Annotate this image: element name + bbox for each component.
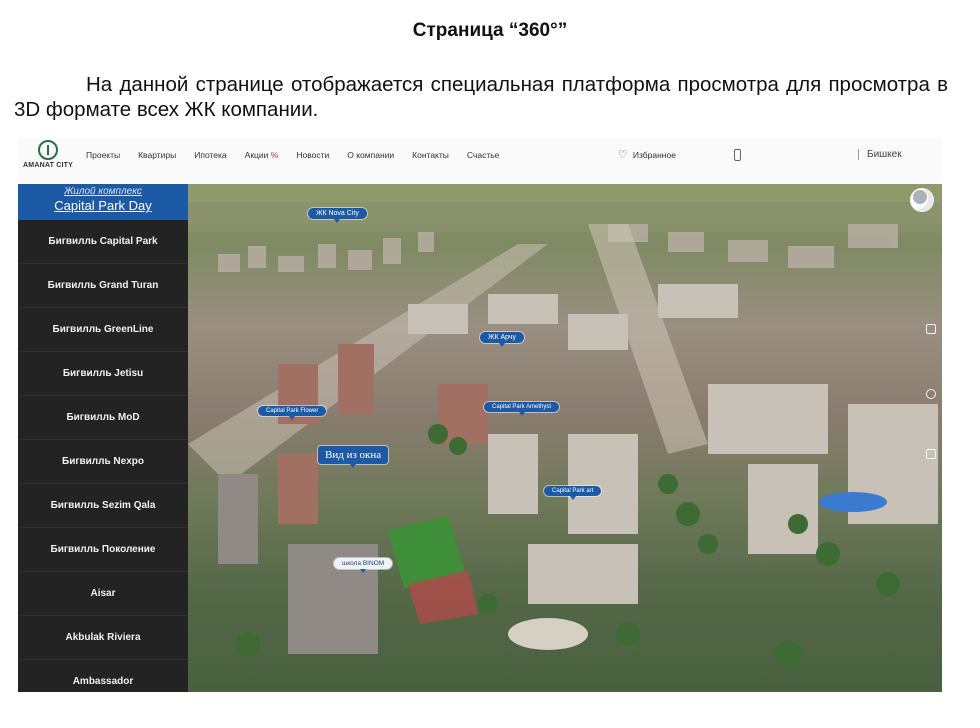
company-logo[interactable]: AMANAT CITY	[20, 140, 76, 180]
sidebar-item[interactable]: Бигвилль GreenLine	[18, 308, 188, 352]
sidebar-item[interactable]: Бигвилль Jetisu	[18, 352, 188, 396]
main-menu: Проекты Квартиры Ипотека Акции % Новости…	[86, 150, 517, 160]
sidebar-item[interactable]: Бигвилль Grand Turan	[18, 264, 188, 308]
nav-apartments[interactable]: Квартиры	[138, 150, 176, 160]
sidebar-subtitle[interactable]: Жилой комплекс	[18, 186, 188, 197]
nav-projects[interactable]: Проекты	[86, 150, 120, 160]
promo-percent-badge: %	[270, 150, 279, 160]
sidebar-header: Жилой комплекс Capital Park Day	[18, 184, 188, 220]
nav-happiness[interactable]: Счастье	[467, 150, 500, 160]
favorites-label: Избранное	[632, 150, 676, 160]
compass-icon[interactable]	[926, 389, 936, 399]
nav-contacts[interactable]: Контакты	[412, 150, 449, 160]
sidebar-item[interactable]: Бигвилль MoD	[18, 396, 188, 440]
map-pin-archu[interactable]: ЖК Арчу	[480, 332, 525, 347]
sidebar-item[interactable]: Akbulak Riviera	[18, 616, 188, 660]
sidebar-item[interactable]: Ambassador	[18, 660, 188, 692]
map-pin-capital-park-flower[interactable]: Capital Park Flower	[258, 406, 327, 420]
nav-promotions-label: Акции	[244, 150, 269, 160]
nav-mortgage[interactable]: Ипотека	[194, 150, 226, 160]
aerial-3d-map[interactable]: ЖК Nova City ЖК Арчу Capital Park Flower…	[188, 184, 942, 692]
aerial-scene	[188, 184, 942, 668]
sidebar-item[interactable]: Бигвилль Sezim Qala	[18, 484, 188, 528]
heart-icon: ♡	[618, 149, 628, 161]
sidebar-item[interactable]: Aisar	[18, 572, 188, 616]
favorites-link[interactable]: ♡ Избранное	[618, 149, 676, 161]
nav-news[interactable]: Новости	[296, 150, 329, 160]
screenshot-360-viewer: AMANAT CITY Проекты Квартиры Ипотека Акц…	[18, 138, 942, 692]
map-pin-capital-park-art[interactable]: Capital Park art	[544, 486, 602, 500]
map-pin-school-binom[interactable]: школа BINOM	[334, 558, 393, 573]
sidebar-item[interactable]: Бигвилль Nexpo	[18, 440, 188, 484]
sidebar-item[interactable]: Бигвилль Поколение	[18, 528, 188, 572]
complex-sidebar: Жилой комплекс Capital Park Day Бигвилль…	[18, 184, 188, 692]
map-pin-capital-park-amethyst[interactable]: Capital Park Amethyst	[484, 402, 560, 416]
complex-list: Бигвилль Capital Park Бигвилль Grand Tur…	[18, 220, 188, 692]
view-from-window-button[interactable]: Вид из окна	[318, 446, 389, 468]
sidebar-item[interactable]: Бигвилль Capital Park	[18, 220, 188, 264]
nav-about[interactable]: О компании	[347, 150, 394, 160]
top-navigation-bar: AMANAT CITY Проекты Квартиры Ипотека Акц…	[18, 138, 942, 185]
logo-emblem-icon	[38, 140, 58, 160]
logo-text: AMANAT CITY	[23, 162, 73, 169]
sidebar-title[interactable]: Capital Park Day	[18, 198, 188, 213]
map-pin-nova-city[interactable]: ЖК Nova City	[308, 208, 367, 223]
document-paragraph: На данной странице отображается специаль…	[14, 73, 948, 121]
nav-promotions[interactable]: Акции %	[245, 150, 279, 160]
phone-icon[interactable]	[734, 149, 741, 161]
document-heading: Страница “360°”	[412, 20, 568, 41]
map-control-icon[interactable]	[926, 324, 936, 334]
fullscreen-icon[interactable]	[926, 449, 936, 459]
city-selector[interactable]: Бишкек	[858, 149, 902, 160]
night-mode-icon[interactable]	[910, 188, 934, 212]
